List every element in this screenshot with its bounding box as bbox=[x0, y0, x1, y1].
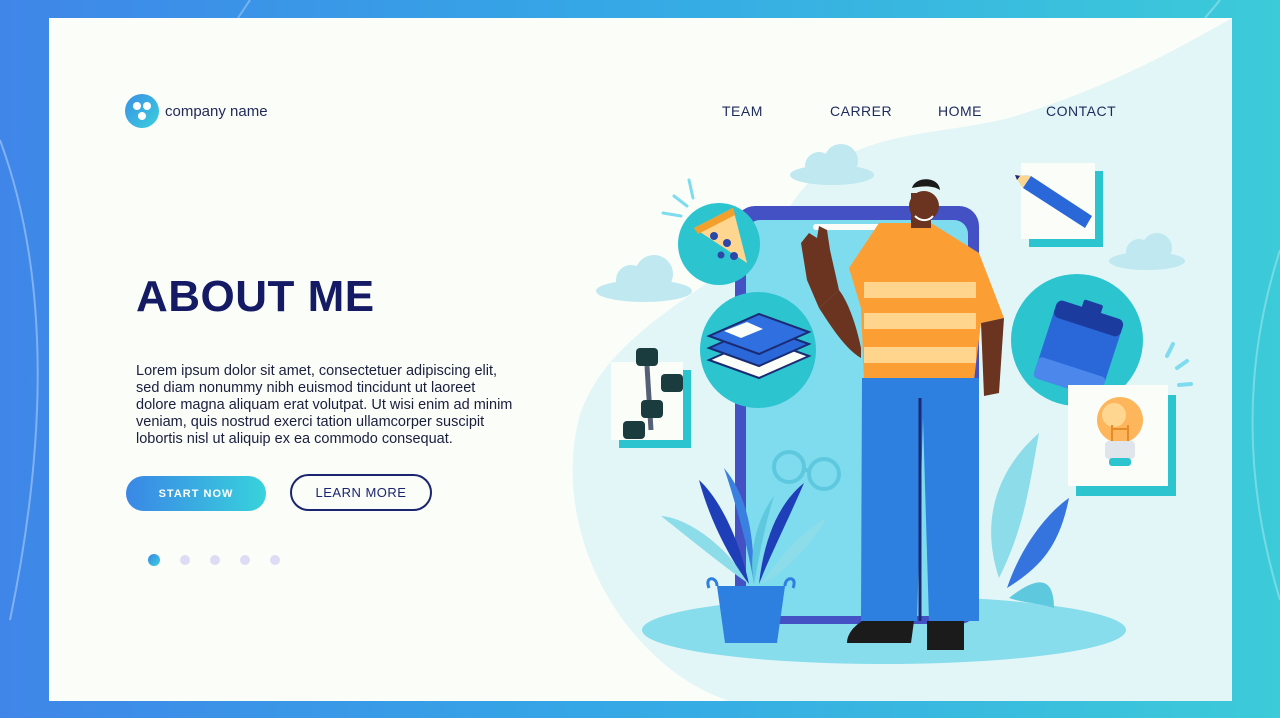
books-icon bbox=[700, 292, 816, 408]
pencil-icon bbox=[1015, 163, 1103, 247]
cloud-icon bbox=[1109, 233, 1185, 270]
dumbbell-icon bbox=[611, 348, 691, 448]
landing-card: company name TEAM CARRER HOME CONTACT AB… bbox=[49, 18, 1232, 701]
about-illustration bbox=[596, 144, 1193, 664]
cloud-icon bbox=[790, 144, 874, 185]
cloud-icon bbox=[596, 255, 692, 302]
pizza-icon bbox=[661, 178, 760, 285]
leafy-plant bbox=[991, 433, 1069, 608]
